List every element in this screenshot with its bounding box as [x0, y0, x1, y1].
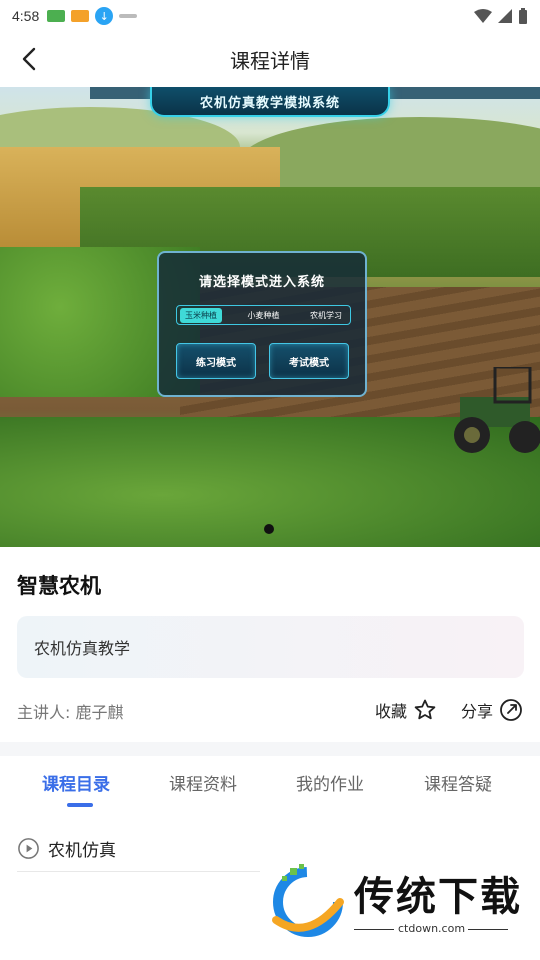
banner-wing: [390, 87, 540, 99]
mode-tab-machinery[interactable]: 农机学习: [305, 308, 347, 323]
course-description-box: 农机仿真教学: [17, 616, 524, 678]
page-header: 课程详情: [0, 32, 540, 86]
course-tabs: 课程目录 课程资料 我的作业 课程答疑: [0, 756, 540, 812]
page-title: 课程详情: [230, 48, 310, 73]
share-label: 分享: [461, 702, 494, 721]
watermark-url: ctdown.com: [398, 922, 466, 935]
star-icon: [414, 699, 436, 720]
tab-catalog[interactable]: 课程目录: [42, 770, 110, 795]
play-circle-icon: [18, 838, 39, 859]
favorite-button[interactable]: 收藏: [375, 698, 437, 722]
signal-icon: [498, 9, 512, 23]
mode-select-panel: 请选择模式进入系统 玉米种植 小麦种植 农机学习 练习模式 考试模式: [157, 251, 367, 397]
download-icon: ↓: [95, 7, 114, 25]
wifi-icon: [474, 9, 492, 23]
tab-homework[interactable]: 我的作业: [296, 770, 364, 795]
notification-app-icon: [47, 10, 66, 22]
share-icon: [500, 699, 522, 721]
system-title-bar: 农机仿真教学模拟系统: [150, 87, 390, 117]
course-description: 农机仿真教学: [34, 639, 131, 658]
back-button[interactable]: [14, 44, 44, 74]
mode-panel-title: 请选择模式进入系统: [198, 275, 325, 290]
course-title: 智慧农机: [17, 574, 101, 598]
catalog-item[interactable]: 农机仿真: [17, 826, 260, 872]
system-title: 农机仿真教学模拟系统: [199, 95, 340, 111]
active-tab-indicator: [67, 803, 93, 807]
mode-tab-wheat[interactable]: 小麦种植: [243, 308, 285, 323]
notification-app-icon: [119, 14, 138, 18]
battery-icon: [519, 8, 527, 24]
favorite-label: 收藏: [375, 702, 408, 721]
notification-app-icon: [71, 10, 90, 22]
catalog-item-label: 农机仿真: [48, 841, 116, 861]
site-watermark: 传统下载 ctdown.com: [268, 862, 530, 942]
share-button[interactable]: 分享: [461, 698, 523, 722]
tab-qa[interactable]: 课程答疑: [424, 770, 492, 795]
carousel-indicator-dot[interactable]: [264, 524, 274, 534]
banner-wing: [90, 87, 150, 99]
section-divider: [0, 742, 540, 756]
status-bar: 4:58 ↓: [0, 0, 540, 32]
watermark-line: [468, 929, 508, 930]
tab-materials[interactable]: 课程资料: [169, 770, 237, 795]
mode-tab-corn[interactable]: 玉米种植: [180, 307, 222, 323]
course-banner-carousel[interactable]: 农机仿真教学模拟系统 请选择模式进入系统 玉米种植 小麦种植 农机学习 练习模式…: [0, 87, 540, 547]
lecturer-label: 主讲人: 鹿子麒: [17, 703, 124, 722]
tractor-illustration: [454, 367, 540, 453]
exam-mode-button[interactable]: 考试模式: [269, 343, 349, 379]
chevron-left-icon: [22, 47, 36, 71]
watermark-logo: [272, 864, 344, 937]
watermark-line: [354, 929, 394, 930]
mode-tabs: 玉米种植 小麦种植 农机学习: [176, 305, 351, 325]
practice-mode-button[interactable]: 练习模式: [176, 343, 256, 379]
watermark-text: 传统下载: [354, 874, 522, 920]
status-time: 4:58: [12, 8, 40, 24]
